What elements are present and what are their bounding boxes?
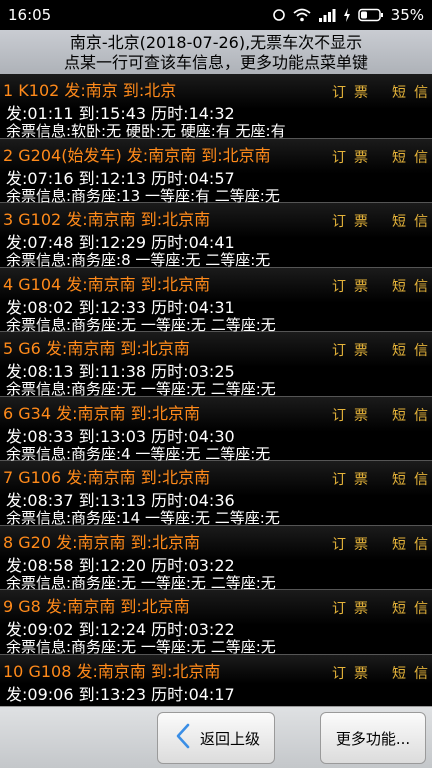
status-time: 16:05 <box>8 6 52 24</box>
train-row[interactable]: 10 G108 发:南京南 到:北京南 订票 短信 发:09:06 到:13:2… <box>0 654 432 706</box>
train-times: 发:09:06 到:13:23 历时:04:17 <box>6 684 235 704</box>
train-row[interactable]: 4 G104 发:南京南 到:北京南 订票 短信 发:08:02 到:12:33… <box>0 267 432 334</box>
book-ticket-button[interactable]: 订票 <box>332 340 376 360</box>
train-row[interactable]: 9 G8 发:南京南 到:北京南 订票 短信 发:09:02 到:12:24 历… <box>0 590 432 656</box>
book-ticket-button[interactable]: 订票 <box>332 211 376 231</box>
cell-signal-icon <box>318 8 336 22</box>
train-title: 8 G20 发:南京南 到:北京南 <box>3 532 200 552</box>
book-ticket-button[interactable]: 订票 <box>332 276 376 296</box>
train-title: 1 K102 发:南京 到:北京 <box>3 81 177 100</box>
sms-button[interactable]: 短信 <box>392 663 432 683</box>
sms-button[interactable]: 短信 <box>392 405 432 425</box>
book-ticket-button[interactable]: 订票 <box>332 534 376 554</box>
train-list[interactable]: 1 K102 发:南京 到:北京 订票 短信 发:01:11 到:15:43 历… <box>0 74 432 706</box>
sms-button[interactable]: 短信 <box>392 340 432 360</box>
sms-button[interactable]: 短信 <box>392 211 432 231</box>
train-title: 6 G34 发:南京南 到:北京南 <box>3 403 200 423</box>
sms-button[interactable]: 短信 <box>392 82 432 102</box>
page-header: 南京-北京(2018-07-26),无票车次不显示 点某一行可查该车信息，更多功… <box>0 30 432 74</box>
book-ticket-button[interactable]: 订票 <box>332 147 376 167</box>
wifi-icon <box>293 8 311 22</box>
back-button[interactable]: 返回上级 <box>157 712 275 764</box>
charging-icon <box>343 8 351 22</box>
book-ticket-button[interactable]: 订票 <box>332 405 376 425</box>
train-row[interactable]: 8 G20 发:南京南 到:北京南 订票 短信 发:08:58 到:12:20 … <box>0 525 432 592</box>
sms-button[interactable]: 短信 <box>392 276 432 296</box>
chevron-left-icon <box>158 723 200 753</box>
sms-button[interactable]: 短信 <box>392 147 432 167</box>
sms-button[interactable]: 短信 <box>392 534 432 554</box>
train-title: 9 G8 发:南京南 到:北京南 <box>3 597 190 616</box>
header-route-info: 南京-北京(2018-07-26),无票车次不显示 <box>69 33 363 52</box>
train-title: 7 G106 发:南京南 到:北京南 <box>3 468 211 487</box>
more-functions-label: 更多功能... <box>335 729 411 748</box>
train-row[interactable]: 3 G102 发:南京南 到:北京南 订票 短信 发:07:48 到:12:29… <box>0 203 432 269</box>
train-title: 5 G6 发:南京南 到:北京南 <box>3 339 190 358</box>
more-functions-button[interactable]: 更多功能... <box>320 712 426 764</box>
sms-button[interactable]: 短信 <box>392 598 432 618</box>
train-row[interactable]: 2 G204(始发车) 发:南京南 到:北京南 订票 短信 发:07:16 到:… <box>0 138 432 205</box>
train-row[interactable]: 7 G106 发:南京南 到:北京南 订票 短信 发:08:37 到:13:13… <box>0 461 432 527</box>
sms-button[interactable]: 短信 <box>392 469 432 489</box>
train-title: 3 G102 发:南京南 到:北京南 <box>3 210 211 229</box>
header-hint: 点某一行可查该车信息，更多功能点菜单键 <box>63 53 368 72</box>
battery-icon <box>357 8 384 22</box>
train-row[interactable]: 5 G6 发:南京南 到:北京南 订票 短信 发:08:13 到:11:38 历… <box>0 332 432 398</box>
book-ticket-button[interactable]: 订票 <box>332 663 376 683</box>
train-row[interactable]: 6 G34 发:南京南 到:北京南 订票 短信 发:08:33 到:13:03 … <box>0 396 432 463</box>
bottom-bar: 返回上级 更多功能... <box>0 706 432 768</box>
train-row[interactable]: 1 K102 发:南京 到:北京 订票 短信 发:01:11 到:15:43 历… <box>0 74 432 140</box>
status-icons: 35% <box>272 6 424 24</box>
train-title: 2 G204(始发车) 发:南京南 到:北京南 <box>3 145 271 165</box>
book-ticket-button[interactable]: 订票 <box>332 82 376 102</box>
back-button-label: 返回上级 <box>200 729 261 748</box>
train-title: 4 G104 发:南京南 到:北京南 <box>3 274 211 294</box>
signal-ring-icon <box>272 8 286 22</box>
status-bar: 16:05 35% <box>0 0 432 30</box>
train-title: 10 G108 发:南京南 到:北京南 <box>3 661 221 681</box>
book-ticket-button[interactable]: 订票 <box>332 469 376 489</box>
battery-percent: 35% <box>390 6 424 24</box>
book-ticket-button[interactable]: 订票 <box>332 598 376 618</box>
